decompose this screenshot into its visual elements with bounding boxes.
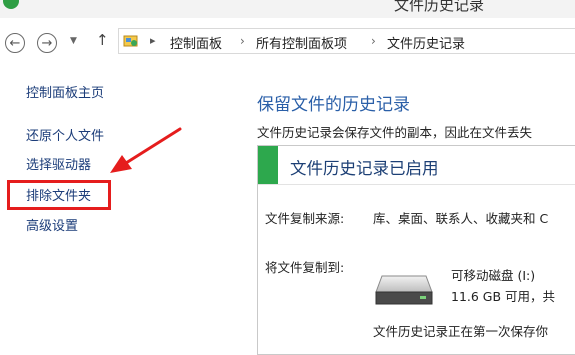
source-value: 库、桌面、联系人、收藏夹和 C	[373, 211, 549, 226]
window-title: 文件历史记录	[394, 0, 485, 14]
chevron-down-icon: ▼	[70, 36, 77, 46]
annotation-arrow-icon	[110, 127, 182, 173]
up-arrow-icon: ↑	[96, 31, 109, 49]
sidebar-item-select-drive[interactable]: 选择驱动器	[26, 154, 91, 173]
status-divider	[258, 184, 575, 185]
forward-arrow-icon: →	[41, 35, 53, 51]
back-arrow-icon: ←	[9, 35, 21, 51]
breadcrumb-control-panel[interactable]: 控制面板	[170, 33, 222, 52]
target-label: 将文件复制到:	[265, 260, 345, 275]
status-stripe	[258, 146, 278, 184]
up-button[interactable]: ↑	[96, 31, 109, 49]
sidebar-item-restore-files[interactable]: 还原个人文件	[26, 125, 104, 144]
back-button[interactable]: ←	[5, 33, 25, 53]
breadcrumb-separator-icon[interactable]: ›	[371, 34, 376, 48]
drive-space: 11.6 GB 可用，共	[451, 289, 556, 304]
backup-status-text: 文件历史记录正在第一次保存你	[373, 324, 549, 339]
drive-name: 可移动磁盘 (I:)	[451, 268, 536, 283]
page-title: 保留文件的历史记录	[257, 95, 410, 115]
address-expand-icon[interactable]: ▸	[150, 34, 156, 47]
breadcrumb-separator-icon[interactable]: ›	[240, 34, 245, 48]
page-description: 文件历史记录会保存文件的副本，因此在文件丢失	[257, 125, 533, 140]
title-bar	[0, 0, 575, 18]
forward-button[interactable]: →	[37, 33, 57, 53]
status-title: 文件历史记录已启用	[290, 159, 439, 178]
highlight-box	[7, 180, 111, 210]
recent-locations-dropdown[interactable]: ▼	[70, 36, 77, 46]
sidebar-item-advanced-settings[interactable]: 高级设置	[26, 215, 78, 234]
breadcrumb-all-items[interactable]: 所有控制面板项	[256, 33, 347, 52]
source-label: 文件复制来源:	[265, 211, 345, 226]
removable-drive-icon	[375, 275, 433, 305]
sidebar-item-control-panel-home[interactable]: 控制面板主页	[26, 82, 104, 101]
control-panel-icon	[123, 35, 138, 47]
breadcrumb-file-history[interactable]: 文件历史记录	[387, 33, 465, 52]
